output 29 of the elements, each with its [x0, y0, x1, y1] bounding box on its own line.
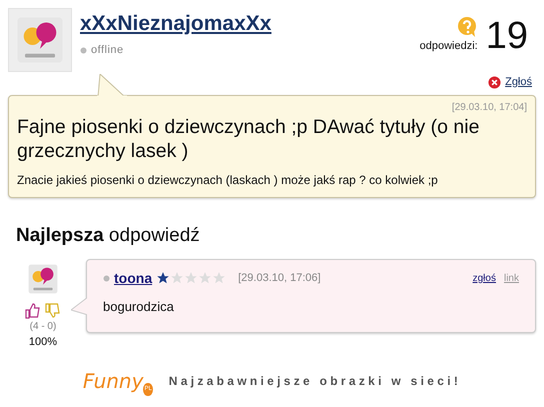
vote-percent: 100% — [28, 334, 58, 350]
star-icon — [198, 271, 212, 286]
avatar-icon — [27, 262, 59, 295]
author-link[interactable]: toona — [114, 268, 152, 289]
thumbs-down-icon[interactable] — [45, 302, 61, 319]
question-body: Znacie jakieś piosenki o dziewczynach (laskach ) może jakś rap ? co kolwiek ;p — [17, 172, 439, 190]
answer-body: bogurodzica — [103, 298, 175, 316]
thumbs-up-icon[interactable] — [25, 302, 41, 319]
answer-date: [29.03.10, 17:06] — [238, 271, 321, 286]
report-link[interactable]: zgłoś — [472, 270, 496, 286]
vote-count: (4 - 0) — [30, 320, 56, 334]
avatar-icon — [15, 15, 65, 65]
answers-label: odpowiedzi: — [420, 39, 478, 54]
status-text: offline — [91, 43, 124, 58]
section-heading: Najlepsza odpowiedź — [15, 224, 201, 248]
close-icon — [488, 76, 502, 89]
star-icon — [170, 271, 184, 286]
star-icon — [156, 271, 170, 286]
tagline: Najzabawniejsze obrazki w sieci! — [168, 373, 462, 390]
answers-count: 19 — [486, 16, 528, 54]
report-link[interactable]: Zgłoś — [505, 74, 532, 90]
star-icon — [184, 271, 198, 286]
question-icon — [456, 16, 478, 38]
question-title: Fajne piosenki o dziewczynach ;p DAwać tytuły (o nie grzecznychy lasek ) — [17, 114, 480, 164]
question-date: [29.03.10, 17:04] — [452, 100, 527, 114]
star-icon — [212, 271, 226, 286]
status-dot-icon — [103, 274, 110, 282]
username-link[interactable]: xXxNieznajomaxXx — [80, 12, 272, 36]
status-dot-icon — [80, 46, 87, 54]
